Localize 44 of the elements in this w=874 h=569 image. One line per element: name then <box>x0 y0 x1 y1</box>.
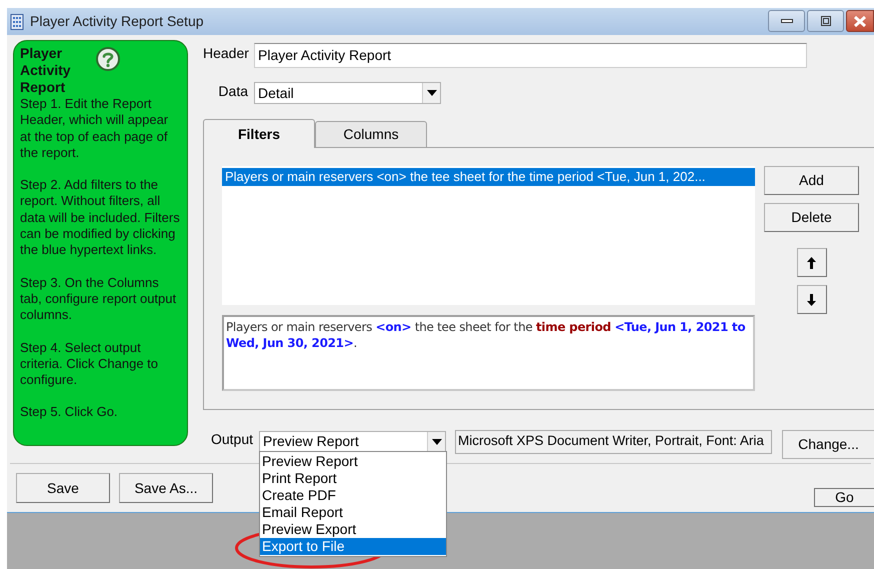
save-button[interactable]: Save <box>16 473 110 503</box>
maximize-icon <box>820 16 830 26</box>
help-step-text: Step 1. Edit the Report Header, which will appear at the top of each page of the report. <box>20 96 170 162</box>
help-step-text: Step 3. On the Columns tab, configure report output columns. <box>20 274 178 324</box>
minimize-icon <box>780 19 792 23</box>
minimize-button[interactable] <box>768 10 805 32</box>
window-title: Player Activity Report Setup <box>30 12 204 31</box>
save-as-button[interactable]: Save As... <box>119 473 213 503</box>
help-icon[interactable] <box>96 47 120 71</box>
maximize-button[interactable] <box>807 10 844 32</box>
output-settings-field: Microsoft XPS Document Writer, Portrait, Font: Aria <box>455 430 772 454</box>
dropdown-option[interactable]: Create PDF <box>260 487 446 504</box>
help-title: Player Activity Report <box>20 45 72 96</box>
data-dropdown[interactable]: Detail <box>254 82 441 104</box>
filter-row[interactable]: Players or main reservers <on> the tee sheet for the time period <Tue, Jun 1, 202... <box>222 168 755 186</box>
move-down-button[interactable] <box>796 285 826 314</box>
tab[interactable]: Columns <box>315 121 427 148</box>
add-button[interactable]: Add <box>764 166 859 195</box>
dropdown-arrow-icon <box>426 90 436 96</box>
app-icon <box>10 14 24 30</box>
move-up-button[interactable] <box>796 248 826 277</box>
data-label: Data <box>217 82 249 100</box>
header-label: Header <box>203 44 250 63</box>
help-step-text: Step 4. Select output criteria. Click Change to configure. <box>20 340 159 388</box>
dropdown-option[interactable]: Preview Export <box>260 521 446 538</box>
dropdown-option[interactable]: Export to File <box>260 538 446 555</box>
dropdown-option[interactable]: Email Report <box>260 504 446 521</box>
go-button[interactable]: Go <box>814 488 874 507</box>
dropdown-arrow-icon <box>432 438 442 444</box>
down-arrow-icon <box>807 294 816 306</box>
delete-button[interactable]: Delete <box>764 203 859 232</box>
change-button[interactable]: Change... <box>782 430 874 459</box>
filter-description: Players or main reservers <on> the tee sheet for the time period <Tue, Jun 1, 2021 to Wed, Jun 30, 2021>. <box>222 315 755 391</box>
close-icon <box>854 16 866 26</box>
tab[interactable]: Filters <box>203 119 315 148</box>
help-step-text: Step 5. Click Go. <box>20 404 119 421</box>
up-arrow-icon <box>807 256 816 268</box>
close-button[interactable] <box>846 10 874 32</box>
help-step-text: Step 2. Add filters to the report. Without filters, all data will be included. Filters can be modified by clicking the blue hypertext links. <box>20 177 181 259</box>
header-field[interactable]: Player Activity Report <box>254 43 807 68</box>
output-dropdown[interactable]: Preview Report <box>259 430 446 452</box>
dropdown-option[interactable]: Preview Report <box>260 453 446 470</box>
dropdown-option[interactable]: Print Report <box>260 470 446 487</box>
output-label: Output <box>210 430 254 449</box>
